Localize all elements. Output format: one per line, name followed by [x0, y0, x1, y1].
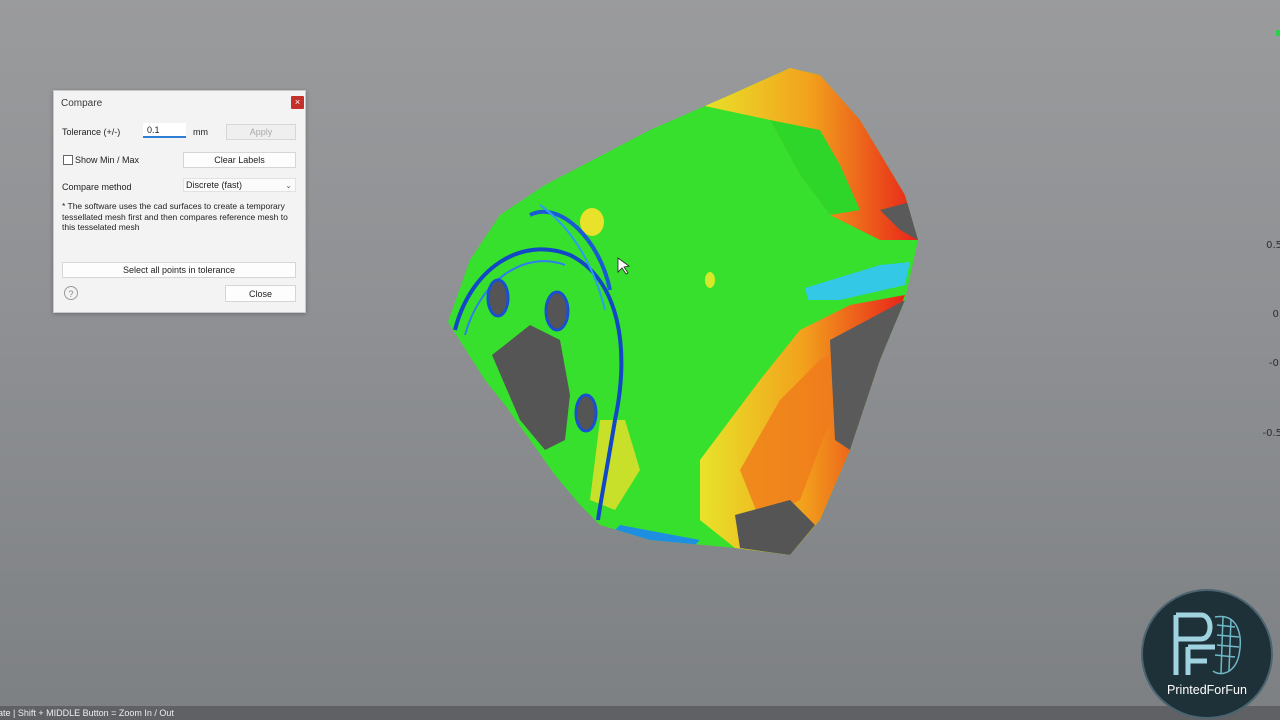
tolerance-input[interactable]: 0.1: [143, 123, 186, 138]
compare-method-value: Discrete (fast): [186, 180, 243, 190]
tolerance-label: Tolerance (+/-): [62, 127, 121, 137]
apply-button[interactable]: Apply: [226, 124, 296, 140]
logo-text: PrintedForFun: [1167, 683, 1247, 697]
compare-method-select[interactable]: Discrete (fast) ⌄: [183, 178, 296, 192]
show-minmax-label: Show Min / Max: [75, 155, 140, 165]
status-bar: ate | Shift + MIDDLE Button = Zoom In / …: [0, 706, 1280, 720]
scale-label: 0.: [1272, 309, 1280, 320]
scale-label: -0.5: [1262, 428, 1280, 439]
chevron-down-icon: ⌄: [285, 181, 292, 190]
pf-monogram-icon: [1173, 612, 1241, 675]
tolerance-unit: mm: [193, 127, 208, 137]
select-points-in-tolerance-button[interactable]: Select all points in tolerance: [62, 262, 296, 278]
compare-dialog: Compare × Tolerance (+/-) 0.1 mm Apply S…: [53, 90, 306, 313]
scale-label: -0.: [1268, 358, 1280, 369]
show-minmax-checkbox[interactable]: [63, 155, 73, 165]
close-icon[interactable]: ×: [291, 96, 304, 109]
status-hint: ate | Shift + MIDDLE Button = Zoom In / …: [0, 708, 174, 718]
dialog-title: Compare: [61, 98, 103, 109]
compare-method-label: Compare method: [62, 182, 132, 192]
close-button[interactable]: Close: [225, 285, 296, 302]
clear-labels-button[interactable]: Clear Labels: [183, 152, 296, 168]
help-icon[interactable]: ?: [64, 286, 78, 300]
compare-note: * The software uses the cad surfaces to …: [62, 201, 288, 232]
scale-label: 0.5: [1266, 240, 1280, 251]
printedforfun-logo: PrintedForFun: [1141, 589, 1273, 719]
